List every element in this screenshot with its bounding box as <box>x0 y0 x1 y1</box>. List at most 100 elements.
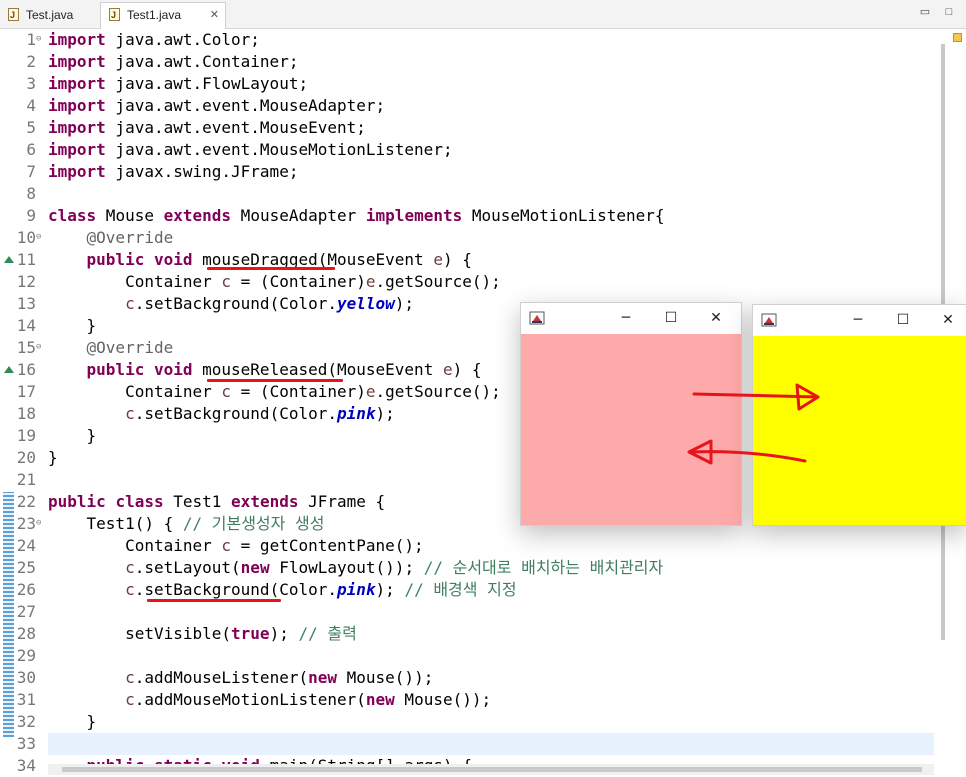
code-text[interactable]: import java.awt.event.MouseEvent; <box>48 117 366 139</box>
code-line[interactable]: 10 ⊖ @Override <box>0 227 934 249</box>
code-line[interactable]: 24 Container c = getContentPane(); <box>0 535 934 557</box>
code-token: @Override <box>86 228 174 247</box>
line-number: 6 <box>26 140 36 159</box>
code-token: .addMouseListener( <box>134 668 309 687</box>
window-titlebar[interactable]: ─ ☐ ✕ <box>521 303 741 333</box>
code-text[interactable]: c.addMouseMotionListener(new Mouse()); <box>48 689 491 711</box>
code-line[interactable]: 25 c.setLayout(new FlowLayout()); // 순서대… <box>0 557 934 579</box>
code-text[interactable]: public class Test1 extends JFrame { <box>48 491 385 513</box>
horizontal-scroll-thumb[interactable] <box>62 767 922 772</box>
code-token: Mouse()); <box>394 690 492 709</box>
fold-toggle-icon[interactable]: ⊖ <box>36 518 41 528</box>
code-line[interactable]: 32 } <box>0 711 934 733</box>
code-line[interactable]: 31 c.addMouseMotionListener(new Mouse())… <box>0 689 934 711</box>
code-token: c <box>221 536 232 555</box>
code-text[interactable]: @Override <box>48 337 174 359</box>
code-token: c <box>125 668 135 687</box>
java-file-icon <box>109 3 120 27</box>
override-marker-icon[interactable] <box>4 256 14 263</box>
window-titlebar[interactable]: ─ ☐ ✕ <box>753 305 966 335</box>
code-text[interactable]: c.setLayout(new FlowLayout()); // 순서대로 배… <box>48 557 663 579</box>
maximize-icon[interactable]: ☐ <box>662 309 680 327</box>
code-text[interactable]: c.setBackground(Color.yellow); <box>48 293 414 315</box>
code-token: = (Container) <box>231 272 366 291</box>
code-line[interactable]: 3 import java.awt.FlowLayout; <box>0 73 934 95</box>
code-line[interactable]: 1 ⊖ import java.awt.Color; <box>0 29 934 51</box>
minimize-icon[interactable]: ─ <box>849 311 867 329</box>
close-icon[interactable]: ✕ <box>939 311 957 329</box>
code-line[interactable]: 30 c.addMouseListener(new Mouse()); <box>0 667 934 689</box>
close-tab-icon[interactable]: ✕ <box>210 3 219 27</box>
code-token: import <box>48 162 106 181</box>
pink-content-pane[interactable] <box>521 334 741 525</box>
code-text[interactable]: setVisible(true); // 출력 <box>48 623 357 645</box>
fold-toggle-icon[interactable]: ⊖ <box>36 34 41 44</box>
code-line[interactable]: 29 <box>0 645 934 667</box>
code-line[interactable]: 2 import java.awt.Container; <box>0 51 934 73</box>
code-text[interactable]: class Mouse extends MouseAdapter impleme… <box>48 205 665 227</box>
line-number: 1 <box>26 30 36 49</box>
code-line[interactable]: 5 import java.awt.event.MouseEvent; <box>0 117 934 139</box>
code-text[interactable]: public void mouseReleased(MouseEvent e) … <box>48 359 482 381</box>
code-text[interactable]: Container c = getContentPane(); <box>48 535 424 557</box>
minimize-icon[interactable]: ─ <box>617 309 635 327</box>
code-line[interactable]: 9 class Mouse extends MouseAdapter implem… <box>0 205 934 227</box>
yellow-window[interactable]: ─ ☐ ✕ <box>752 304 966 526</box>
close-icon[interactable]: ✕ <box>707 309 725 327</box>
code-text[interactable]: import java.awt.event.MouseMotionListene… <box>48 139 453 161</box>
code-token: // 배경색 지정 <box>404 580 517 599</box>
code-line[interactable]: 8 <box>0 183 934 205</box>
code-line[interactable]: 28 setVisible(true); // 출력 <box>0 623 934 645</box>
code-text[interactable]: } <box>48 711 97 733</box>
code-text[interactable]: } <box>48 425 97 447</box>
fold-toggle-icon[interactable]: ⊖ <box>36 232 41 242</box>
line-number: 9 <box>26 206 36 225</box>
line-number: 23 <box>16 514 36 533</box>
code-line[interactable]: 6 import java.awt.event.MouseMotionListen… <box>0 139 934 161</box>
override-marker-icon[interactable] <box>4 366 14 373</box>
code-text[interactable]: c.setBackground(Color.pink); <box>48 403 395 425</box>
code-text[interactable]: c.setBackground(Color.pink); // 배경색 지정 <box>48 579 517 601</box>
code-text[interactable]: } <box>48 447 58 469</box>
code-token: // 순서대로 배치하는 배치관리자 <box>423 558 664 577</box>
maximize-editor-icon[interactable]: □ <box>943 6 955 18</box>
line-number: 17 <box>16 382 36 401</box>
code-text[interactable]: Container c = (Container)e.getSource(); <box>48 381 501 403</box>
code-text[interactable]: import javax.swing.JFrame; <box>48 161 298 183</box>
code-line[interactable]: 27 <box>0 601 934 623</box>
code-line[interactable]: 4 import java.awt.event.MouseAdapter; <box>0 95 934 117</box>
code-line[interactable]: 26 c.setBackground(Color.pink); // 배경색 지… <box>0 579 934 601</box>
code-text[interactable]: import java.awt.FlowLayout; <box>48 73 308 95</box>
yellow-content-pane[interactable] <box>753 336 966 525</box>
code-text[interactable]: Test1() { // 기본생성자 생성 <box>48 513 325 535</box>
code-token: e <box>365 382 376 401</box>
annotation-underline-mousedragged <box>207 267 335 270</box>
code-text[interactable]: } <box>48 315 97 337</box>
pink-window[interactable]: ─ ☐ ✕ <box>520 302 742 526</box>
line-number: 28 <box>16 624 36 643</box>
code-text[interactable]: c.addMouseListener(new Mouse()); <box>48 667 433 689</box>
maximize-icon[interactable]: ☐ <box>894 311 912 329</box>
code-token: // 출력 <box>298 624 357 643</box>
tab-test-java[interactable]: Test.java <box>0 3 73 27</box>
code-text[interactable]: import java.awt.Color; <box>48 29 260 51</box>
minimize-editor-icon[interactable]: ▭ <box>919 6 931 18</box>
code-text[interactable]: import java.awt.event.MouseAdapter; <box>48 95 385 117</box>
code-text[interactable]: import java.awt.Container; <box>48 51 298 73</box>
tab-test1-java[interactable]: Test1.java ✕ <box>100 2 226 29</box>
code-line[interactable]: 7 import javax.swing.JFrame; <box>0 161 934 183</box>
code-token: MouseMotionListener{ <box>462 206 665 225</box>
code-token: extends <box>163 206 232 225</box>
code-token: ) { <box>452 360 482 379</box>
fold-toggle-icon[interactable]: ⊖ <box>36 342 41 352</box>
code-line[interactable]: 12 Container c = (Container)e.getSource(… <box>0 271 934 293</box>
overview-warning-marker[interactable] <box>953 33 962 42</box>
code-token: import <box>48 74 106 93</box>
code-line[interactable]: 33 <box>0 733 934 755</box>
code-text[interactable]: Container c = (Container)e.getSource(); <box>48 271 501 293</box>
code-text[interactable]: @Override <box>48 227 174 249</box>
code-line[interactable]: 11 public void mouseDragged(MouseEvent e… <box>0 249 934 271</box>
code-token: .setBackground(Color. <box>134 294 337 313</box>
